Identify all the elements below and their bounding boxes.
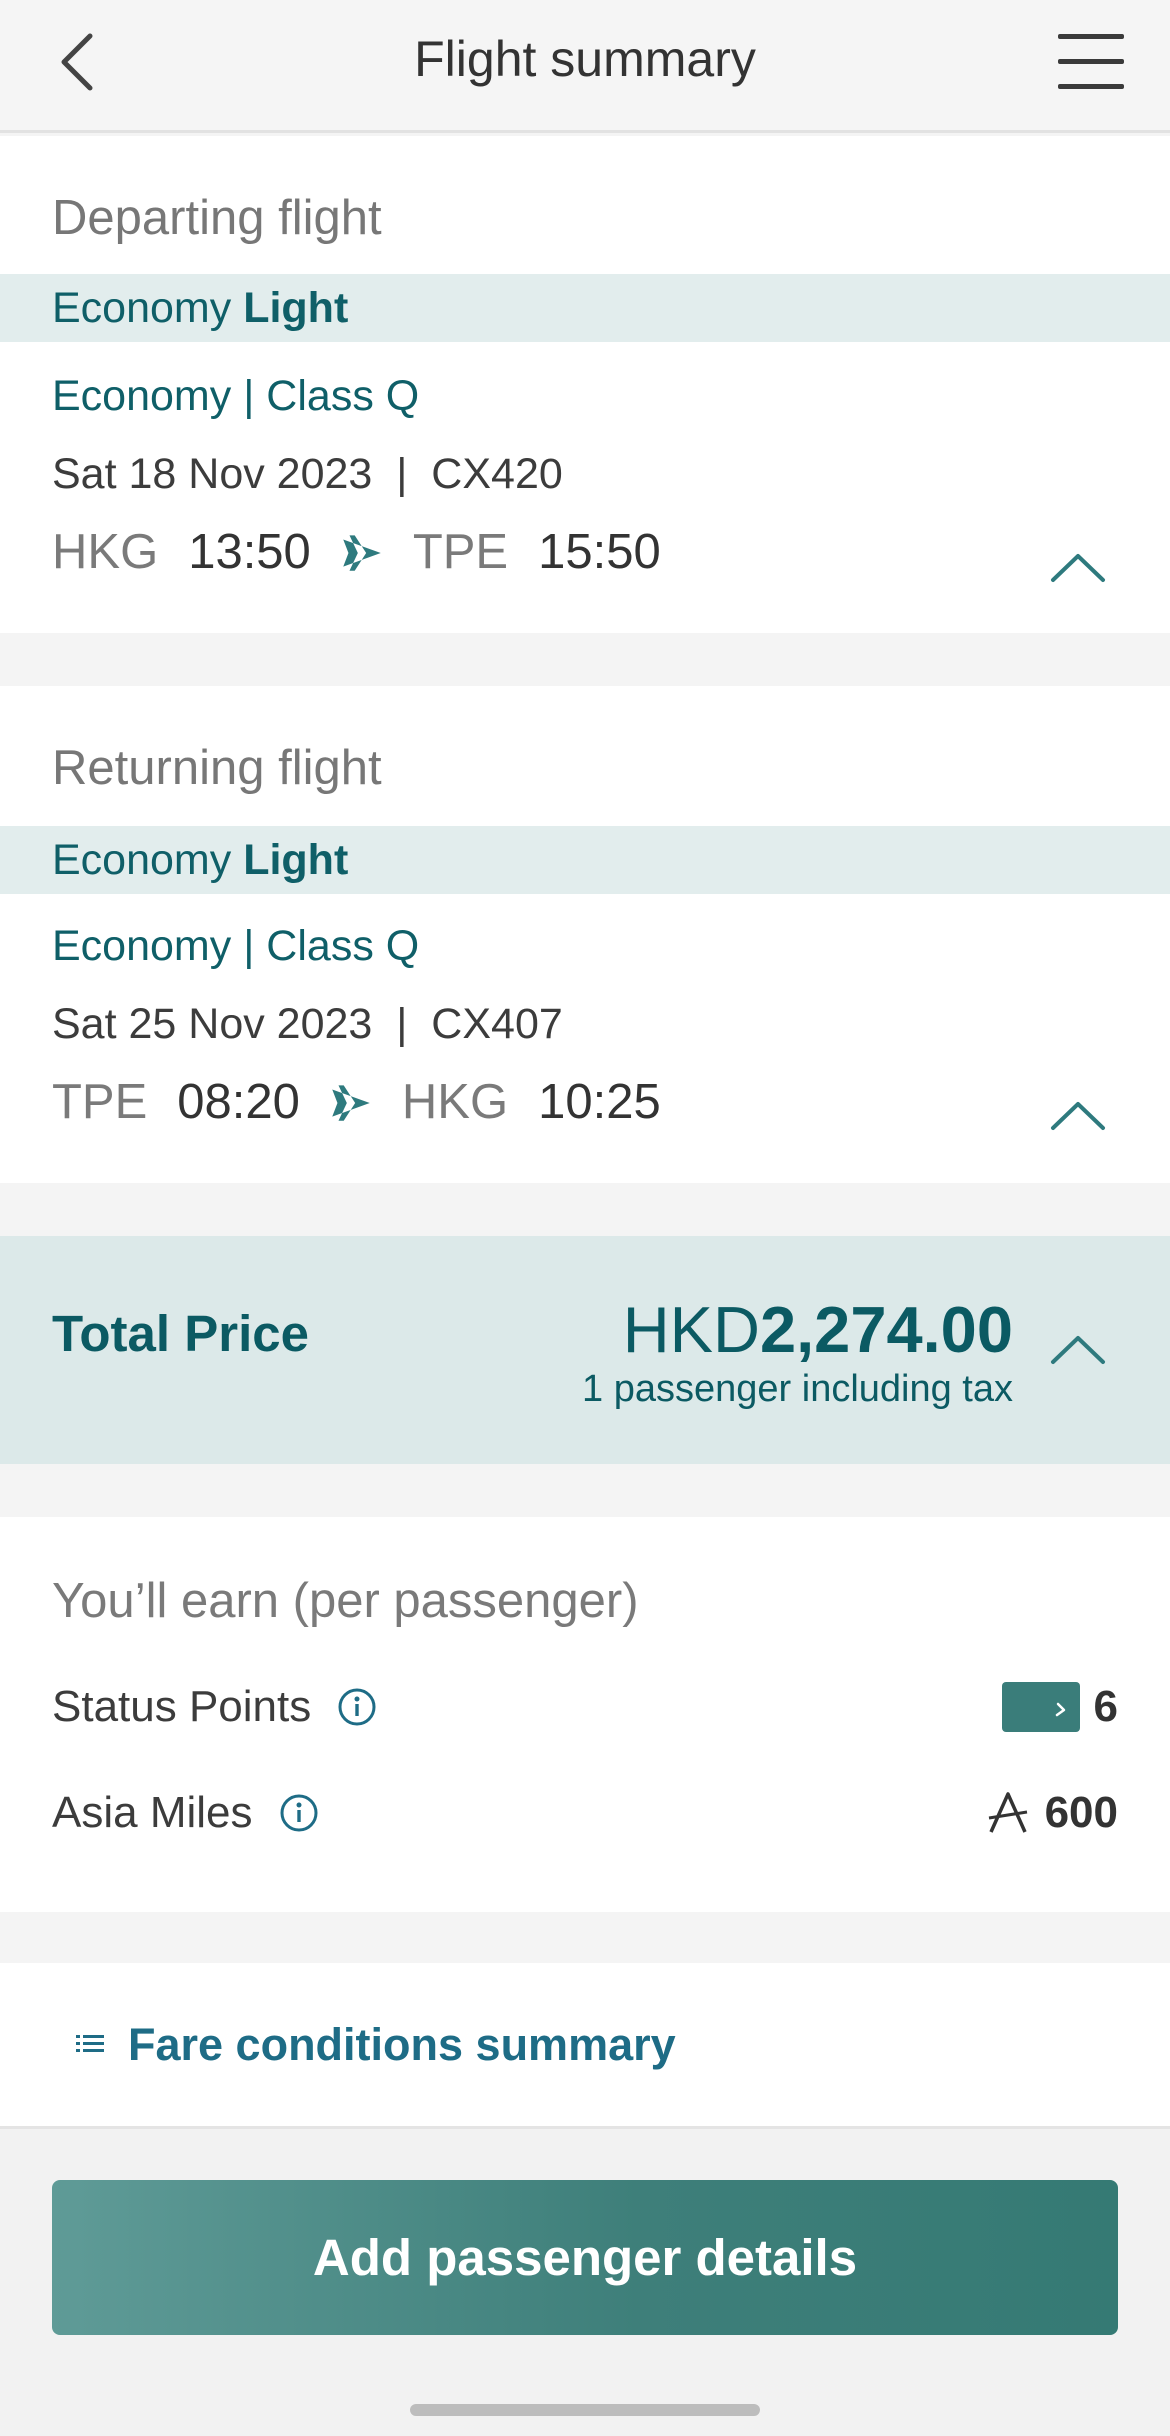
- asia-miles-label: Asia Miles: [52, 1788, 253, 1837]
- cabin-class: Economy | Class Q: [52, 922, 420, 970]
- chevron-up-icon: [1051, 1102, 1105, 1130]
- total-price-panel[interactable]: Total Price HKD2,274.00 1 passenger incl…: [0, 1236, 1170, 1464]
- collapse-departing-button[interactable]: [1050, 550, 1106, 584]
- status-points-row: Status Points: [52, 1682, 377, 1732]
- collapse-returning-button[interactable]: [1050, 1098, 1106, 1132]
- arrive-time: 15:50: [538, 525, 661, 579]
- menu-button[interactable]: [1058, 30, 1124, 90]
- asia-miles-row: Asia Miles: [52, 1788, 319, 1838]
- currency: HKD: [622, 1293, 760, 1366]
- fare-family-name: Light: [243, 836, 349, 884]
- fare-family-band: Economy Light: [0, 274, 1170, 342]
- fare-conditions-section: Fare conditions summary: [0, 1963, 1170, 2126]
- info-icon[interactable]: [279, 1793, 319, 1833]
- fare-conditions-label: Fare conditions summary: [128, 2019, 676, 2070]
- plane-icon: [337, 527, 387, 577]
- date-flight-number: Sat 18 Nov 2023 | CX420: [52, 450, 563, 498]
- cabin-class: Economy | Class Q: [52, 372, 420, 420]
- status-points-value: 6: [1093, 1682, 1118, 1731]
- returning-title: Returning flight: [52, 741, 382, 795]
- fare-family-name: Light: [243, 284, 349, 332]
- chevron-up-icon: [1051, 554, 1105, 582]
- total-price-label: Total Price: [52, 1305, 309, 1362]
- destination-code: TPE: [412, 525, 509, 579]
- plane-icon: [326, 1077, 376, 1127]
- depart-time: 13:50: [188, 525, 311, 579]
- total-price-amount: HKD2,274.00: [623, 1292, 1013, 1367]
- fare-family-prefix: Economy: [52, 284, 232, 332]
- fare-family-band: Economy Light: [0, 826, 1170, 894]
- arrive-time: 10:25: [538, 1075, 661, 1129]
- depart-time: 08:20: [177, 1075, 300, 1129]
- origin-code: HKG: [52, 525, 159, 579]
- chevron-up-icon: [1051, 1336, 1105, 1364]
- home-indicator[interactable]: [410, 2404, 760, 2416]
- date-flight-number: Sat 25 Nov 2023 | CX407: [52, 1000, 563, 1048]
- route: HKG 13:50 TPE 15:50: [52, 524, 661, 580]
- status-points-label: Status Points: [52, 1682, 312, 1731]
- top-bar: Flight summary: [0, 0, 1170, 133]
- expand-total-button[interactable]: [1050, 1332, 1106, 1366]
- asia-miles-value-group: 600: [987, 1788, 1118, 1838]
- destination-code: HKG: [401, 1075, 509, 1129]
- status-points-value-group: 6: [1001, 1682, 1118, 1732]
- status-points-icon: [1001, 1682, 1080, 1732]
- returning-flight-card: Returning flight Economy Light Economy |…: [0, 686, 1170, 1183]
- earn-title: You’ll earn (per passenger): [52, 1574, 639, 1628]
- route: TPE 08:20 HKG 10:25: [52, 1074, 661, 1130]
- add-passenger-details-button[interactable]: Add passenger details: [52, 2180, 1118, 2335]
- origin-code: TPE: [52, 1075, 148, 1129]
- amount: 2,274.00: [759, 1293, 1013, 1366]
- asia-miles-value: 600: [1044, 1788, 1118, 1837]
- total-price-subtext: 1 passenger including tax: [582, 1368, 1013, 1410]
- page-title: Flight summary: [414, 31, 756, 87]
- earn-section: You’ll earn (per passenger) Status Point…: [0, 1517, 1170, 1912]
- hamburger-menu-icon: [1058, 34, 1124, 39]
- info-icon[interactable]: [337, 1687, 377, 1727]
- departing-flight-card: Departing flight Economy Light Economy |…: [0, 136, 1170, 633]
- departing-title: Departing flight: [52, 191, 382, 245]
- fare-family-prefix: Economy: [52, 836, 232, 884]
- asia-miles-icon: [988, 1792, 1027, 1833]
- list-icon: [76, 2035, 104, 2052]
- fare-conditions-link[interactable]: Fare conditions summary: [76, 2019, 676, 2071]
